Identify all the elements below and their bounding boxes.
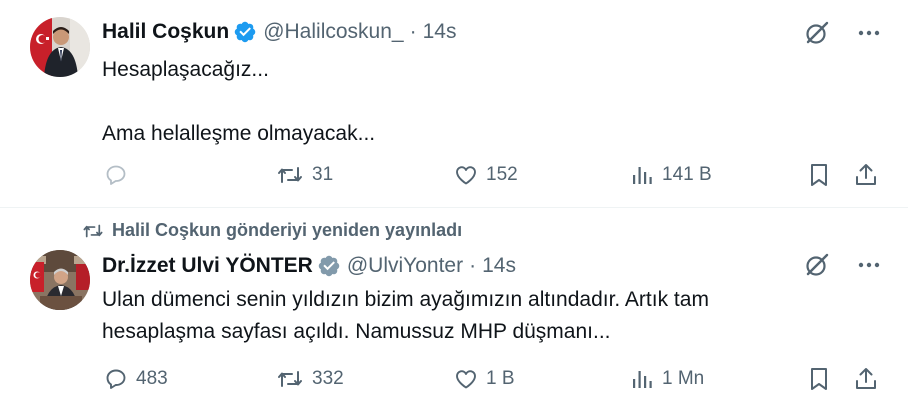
more-options-icon[interactable] [856, 252, 882, 278]
repost-button[interactable]: 31 [276, 160, 333, 190]
timestamp[interactable]: 14s [423, 20, 457, 44]
reply-count: 483 [136, 368, 168, 389]
repost-notice[interactable]: Halil Coşkun gönderiyi yeniden yayınladı [82, 220, 462, 241]
bookmark-button[interactable] [808, 160, 830, 190]
tweet-izzet-ulvi-yonter[interactable]: Halil Coşkun gönderiyi yeniden yayınladı… [0, 208, 908, 408]
author-name[interactable]: Dr.İzzet Ulvi YÖNTER [102, 254, 313, 278]
author-name[interactable]: Halil Coşkun [102, 20, 229, 44]
author-handle[interactable]: @UlviYonter [347, 254, 463, 278]
bookmark-icon [811, 368, 827, 390]
author-handle[interactable]: @Halilcoskun_ [263, 20, 403, 44]
share-icon [856, 368, 876, 389]
like-count: 152 [486, 164, 518, 185]
views-chart-icon [633, 167, 652, 184]
reply-button[interactable] [104, 160, 128, 190]
share-button[interactable] [854, 364, 878, 394]
verified-badge-icon [234, 21, 256, 43]
bookmark-button[interactable] [808, 364, 830, 394]
tweet-actions: 483 332 1 B 1 Mn [102, 364, 882, 394]
more-options-icon[interactable] [856, 20, 882, 46]
tweet-text-line: hesaplaşma sayfası açıldı. Namussuz MHP … [102, 320, 611, 343]
grok-icon[interactable] [804, 252, 830, 278]
verified-badge-icon [318, 255, 340, 277]
tweet-header: Halil Coşkun @Halilcoskun_ · 14s [102, 17, 456, 47]
views-chart-icon [633, 371, 652, 388]
like-button[interactable]: 1 B [454, 364, 515, 394]
avatar-photo-icon [30, 17, 90, 77]
grok-icon[interactable] [804, 20, 830, 46]
reply-icon [106, 369, 126, 389]
bookmark-icon [811, 164, 827, 186]
share-icon [856, 164, 876, 185]
heart-icon [456, 370, 476, 389]
like-count: 1 B [486, 368, 515, 389]
tweet-text-line: Hesaplaşacağız... [102, 58, 269, 81]
tweet-top-actions [804, 252, 882, 278]
avatar[interactable] [30, 17, 90, 77]
share-button[interactable] [854, 160, 878, 190]
view-count: 1 Mn [662, 368, 705, 389]
reply-button[interactable]: 483 [104, 364, 168, 394]
repost-count: 31 [312, 164, 334, 185]
view-count: 141 B [662, 164, 712, 185]
tweet-text-line: Ama helalleşme olmayacak... [102, 122, 376, 145]
repost-notice-text: Halil Coşkun gönderiyi yeniden yayınladı [112, 220, 463, 240]
tweet-header: Dr.İzzet Ulvi YÖNTER @UlviYonter · 14s [102, 251, 516, 281]
reply-icon [106, 165, 126, 185]
tweet-halil-coskun[interactable]: Halil Coşkun @Halilcoskun_ · 14s Hesapla… [0, 0, 908, 207]
tweet-actions: 31 152 141 B [102, 160, 882, 190]
avatar[interactable] [30, 250, 90, 310]
separator-dot: · [409, 20, 417, 43]
avatar-photo-icon [30, 250, 90, 310]
views-button[interactable]: 141 B [632, 160, 712, 190]
repost-count: 332 [312, 368, 344, 389]
like-button[interactable]: 152 [454, 160, 518, 190]
tweet-text: Ulan dümenci senin yıldızın bizim ayağım… [102, 284, 709, 348]
views-button[interactable]: 1 Mn [632, 364, 704, 394]
repost-button[interactable]: 332 [276, 364, 344, 394]
tweet-text-line [102, 86, 375, 118]
repost-icon [278, 371, 302, 387]
repost-icon [83, 224, 103, 237]
timestamp[interactable]: 14s [482, 254, 516, 278]
separator-dot: · [469, 254, 477, 277]
tweet-text-line: Ulan dümenci senin yıldızın bizim ayağım… [102, 288, 709, 311]
heart-icon [456, 166, 476, 185]
repost-icon [278, 167, 302, 183]
tweet-top-actions [804, 20, 882, 46]
tweet-text: Hesaplaşacağız... Ama helalleşme olmayac… [102, 54, 375, 150]
